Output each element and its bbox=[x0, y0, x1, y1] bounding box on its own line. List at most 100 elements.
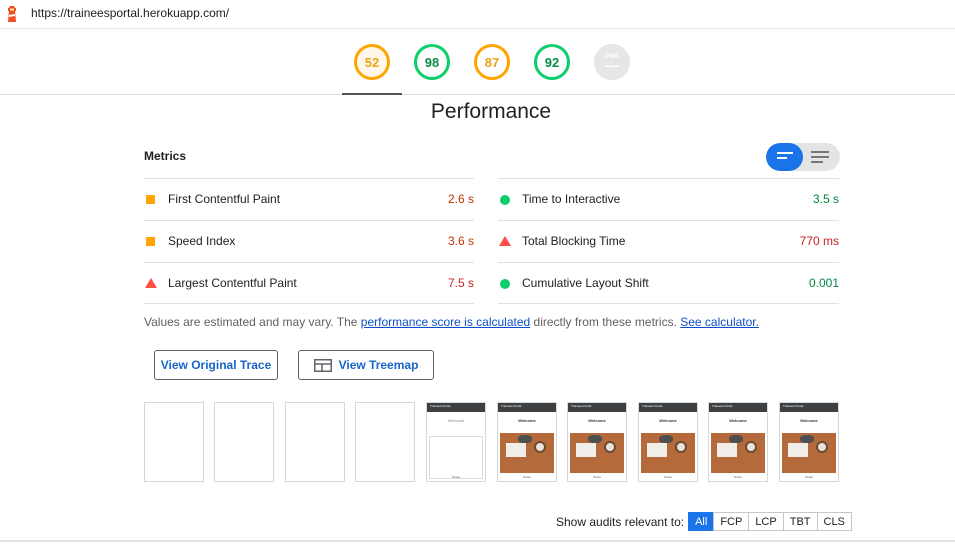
frame-welcome: Welcome bbox=[518, 418, 536, 423]
lighthouse-icon bbox=[8, 6, 16, 22]
frame-hero-image bbox=[782, 433, 836, 473]
metric-value: 3.6 s bbox=[447, 234, 474, 248]
gauge-score: 87 bbox=[484, 54, 500, 70]
frame-header: Trainees Portal bbox=[427, 403, 485, 412]
note-text: Values are estimated and may vary. The bbox=[144, 315, 361, 329]
frame-site-title: Trainees Portal bbox=[712, 404, 733, 408]
metric-label: Cumulative Layout Shift bbox=[522, 276, 649, 290]
metrics-view-toggle[interactable] bbox=[766, 143, 840, 171]
frame-footer: Notes bbox=[452, 475, 460, 479]
frame-hero-image bbox=[570, 433, 624, 473]
filter-all-button[interactable]: All bbox=[688, 512, 715, 531]
filter-lcp-button[interactable]: LCP bbox=[748, 512, 784, 531]
frame-site-title: Trainees Portal bbox=[642, 404, 663, 408]
frame-footer: Notes bbox=[523, 475, 531, 479]
metric-value: 770 ms bbox=[799, 234, 839, 248]
filmstrip-frame-loaded: Trainees Portal Welcome Notes bbox=[779, 402, 839, 482]
filmstrip-frame-loaded: Trainees Portal Welcome Notes bbox=[497, 402, 557, 482]
gauge-score: 98 bbox=[424, 54, 440, 70]
pass-circle-icon bbox=[500, 195, 510, 205]
frame-hero-image bbox=[500, 433, 554, 473]
view-original-trace-button[interactable]: View Original Trace bbox=[154, 350, 278, 380]
frame-header: Trainees Portal bbox=[639, 403, 697, 412]
frame-site-title: Trainees Portal bbox=[783, 404, 804, 408]
filmstrip-frame-loaded: Trainees Portal Welcome Notes bbox=[708, 402, 768, 482]
metric-label: Time to Interactive bbox=[522, 192, 621, 206]
active-gauge-indicator bbox=[342, 93, 402, 95]
metric-time-to-interactive[interactable]: Time to Interactive 3.5 s bbox=[498, 178, 839, 220]
gauge-accessibility[interactable]: 98 bbox=[414, 44, 450, 80]
filmstrip-frame-blank bbox=[285, 402, 345, 482]
list-expanded-icon[interactable] bbox=[811, 151, 829, 166]
average-square-icon bbox=[146, 195, 155, 204]
treemap-icon bbox=[313, 358, 332, 372]
note-text: directly from these metrics. bbox=[530, 315, 681, 329]
divider bbox=[0, 540, 955, 542]
frame-footer: Notes bbox=[593, 475, 601, 479]
metric-value: 7.5 s bbox=[447, 276, 474, 290]
pass-circle-icon bbox=[500, 279, 510, 289]
frame-hero-image bbox=[711, 433, 765, 473]
frame-footer: Notes bbox=[805, 475, 813, 479]
frame-header: Trainees Portal bbox=[780, 403, 838, 412]
fail-triangle-icon bbox=[145, 278, 157, 288]
gauge-pwa[interactable]: PWA — bbox=[594, 44, 630, 80]
compact-view-button[interactable] bbox=[766, 143, 803, 171]
view-treemap-button[interactable]: View Treemap bbox=[298, 350, 434, 380]
metric-first-contentful-paint[interactable]: First Contentful Paint 2.6 s bbox=[144, 178, 474, 220]
category-title: Performance bbox=[430, 100, 552, 123]
filter-cls-button[interactable]: CLS bbox=[816, 512, 852, 531]
pwa-dash: — bbox=[605, 57, 619, 73]
gauge-score: 52 bbox=[364, 54, 380, 70]
score-gauges: 52 98 87 92 PWA — bbox=[0, 28, 955, 95]
gauge-score: 92 bbox=[544, 54, 560, 70]
metric-cumulative-layout-shift[interactable]: Cumulative Layout Shift 0.001 bbox=[498, 262, 839, 304]
button-label: View Treemap bbox=[338, 358, 419, 372]
fail-triangle-icon bbox=[499, 236, 511, 246]
metric-value: 3.5 s bbox=[812, 192, 839, 206]
frame-welcome: Welcome bbox=[588, 418, 606, 423]
frame-welcome: Welcome bbox=[729, 418, 747, 423]
audit-filter-label: Show audits relevant to: bbox=[556, 514, 685, 529]
gauge-seo[interactable]: 92 bbox=[534, 44, 570, 80]
see-calculator-link[interactable]: See calculator. bbox=[680, 315, 759, 329]
frame-welcome: Welcome bbox=[800, 418, 818, 423]
average-square-icon bbox=[146, 237, 155, 246]
metrics-heading: Metrics bbox=[144, 149, 187, 163]
metric-label: Largest Contentful Paint bbox=[168, 276, 297, 290]
frame-site-title: Trainees Portal bbox=[571, 404, 592, 408]
frame-welcome: Welcome bbox=[659, 418, 677, 423]
url-text[interactable]: https://traineesportal.herokuapp.com/ bbox=[31, 6, 229, 20]
gauge-best-practices[interactable]: 87 bbox=[474, 44, 510, 80]
frame-site-title: Trainees Portal bbox=[501, 404, 522, 408]
frame-header: Trainees Portal bbox=[498, 403, 556, 412]
metrics-right-column: Time to Interactive 3.5 s Total Blocking… bbox=[498, 178, 839, 304]
filmstrip-frame-blank bbox=[355, 402, 415, 482]
gauge-performance[interactable]: 52 bbox=[354, 44, 390, 80]
filmstrip-frame-blank bbox=[144, 402, 204, 482]
frame-welcome: Welcome bbox=[447, 418, 465, 423]
metric-total-blocking-time[interactable]: Total Blocking Time 770 ms bbox=[498, 220, 839, 262]
frame-footer: Notes bbox=[664, 475, 672, 479]
metric-label: First Contentful Paint bbox=[168, 192, 281, 206]
filter-fcp-button[interactable]: FCP bbox=[713, 512, 750, 531]
metric-value: 2.6 s bbox=[447, 192, 474, 206]
filmstrip-frame-blank bbox=[214, 402, 274, 482]
metrics-disclaimer: Values are estimated and may vary. The p… bbox=[144, 315, 759, 329]
frame-footer: Notes bbox=[734, 475, 742, 479]
metric-speed-index[interactable]: Speed Index 3.6 s bbox=[144, 220, 474, 262]
list-compact-icon bbox=[777, 152, 793, 162]
metrics-left-column: First Contentful Paint 2.6 s Speed Index… bbox=[144, 178, 474, 304]
metric-largest-contentful-paint[interactable]: Largest Contentful Paint 7.5 s bbox=[144, 262, 474, 304]
frame-site-title: Trainees Portal bbox=[430, 404, 451, 408]
button-label: View Original Trace bbox=[160, 358, 272, 372]
filter-tbt-button[interactable]: TBT bbox=[782, 512, 818, 531]
score-calculated-link[interactable]: performance score is calculated bbox=[361, 315, 530, 329]
frame-header: Trainees Portal bbox=[709, 403, 767, 412]
frame-header: Trainees Portal bbox=[568, 403, 626, 412]
filmstrip-frame-loaded: Trainees Portal Welcome Notes bbox=[567, 402, 627, 482]
metric-value: 0.001 bbox=[808, 276, 839, 290]
filmstrip-frame-partial: Trainees Portal Welcome Notes bbox=[426, 402, 486, 482]
browser-address-bar: https://traineesportal.herokuapp.com/ bbox=[0, 0, 955, 29]
metric-label: Total Blocking Time bbox=[522, 234, 626, 248]
